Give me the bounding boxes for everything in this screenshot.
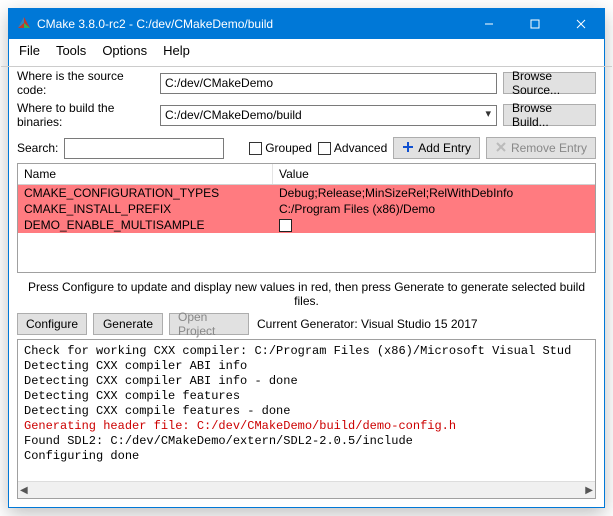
- log-line: Detecting CXX compile features - done: [24, 404, 589, 419]
- log-line: Check for working CXX compiler: C:/Progr…: [24, 344, 589, 359]
- plus-icon: [402, 141, 414, 156]
- col-value[interactable]: Value: [273, 164, 595, 184]
- minimize-button[interactable]: [466, 9, 512, 39]
- log-line: Detecting CXX compile features: [24, 389, 589, 404]
- menu-help[interactable]: Help: [163, 43, 190, 58]
- window-frame: CMake 3.8.0-rc2 - C:/dev/CMakeDemo/build…: [8, 8, 605, 508]
- table-header: Name Value: [18, 164, 595, 185]
- hint-text: Press Configure to update and display ne…: [17, 277, 596, 309]
- cell-name: DEMO_ENABLE_MULTISAMPLE: [18, 217, 273, 233]
- log-line: Generating header file: C:/dev/CMakeDemo…: [24, 419, 589, 434]
- menu-options[interactable]: Options: [102, 43, 147, 58]
- grouped-checkbox[interactable]: Grouped: [249, 141, 312, 155]
- configure-button[interactable]: Configure: [17, 313, 87, 335]
- checkbox-icon: [249, 142, 262, 155]
- advanced-checkbox[interactable]: Advanced: [318, 141, 387, 155]
- log-line: Detecting CXX compiler ABI info - done: [24, 374, 589, 389]
- checkbox-icon[interactable]: [279, 219, 292, 232]
- search-label: Search:: [17, 141, 58, 155]
- build-input[interactable]: [160, 105, 497, 126]
- checkbox-icon: [318, 142, 331, 155]
- col-name[interactable]: Name: [18, 164, 273, 184]
- cell-value[interactable]: Debug;Release;MinSizeRel;RelWithDebInfo: [273, 185, 595, 201]
- titlebar[interactable]: CMake 3.8.0-rc2 - C:/dev/CMakeDemo/build: [9, 9, 604, 39]
- log-line: Configuring done: [24, 449, 589, 464]
- generate-button[interactable]: Generate: [93, 313, 163, 335]
- remove-entry-button[interactable]: Remove Entry: [486, 137, 596, 159]
- app-logo-icon: [17, 16, 31, 33]
- search-input[interactable]: [64, 138, 224, 159]
- generator-label: Current Generator: Visual Studio 15 2017: [255, 317, 478, 331]
- cell-name: CMAKE_CONFIGURATION_TYPES: [18, 185, 273, 201]
- menu-bar: File Tools Options Help: [9, 39, 604, 64]
- build-label: Where to build the binaries:: [17, 101, 154, 129]
- menu-file[interactable]: File: [19, 43, 40, 58]
- browse-build-button[interactable]: Browse Build...: [503, 104, 596, 126]
- maximize-button[interactable]: [512, 9, 558, 39]
- horizontal-scrollbar[interactable]: ◀ ▶: [18, 481, 595, 498]
- cell-value[interactable]: [273, 217, 595, 233]
- cache-table[interactable]: Name Value CMAKE_CONFIGURATION_TYPESDebu…: [17, 163, 596, 273]
- open-project-button[interactable]: Open Project: [169, 313, 249, 335]
- log-line: Found SDL2: C:/dev/CMakeDemo/extern/SDL2…: [24, 434, 589, 449]
- menu-tools[interactable]: Tools: [56, 43, 86, 58]
- close-button[interactable]: [558, 9, 604, 39]
- cell-name: CMAKE_INSTALL_PREFIX: [18, 201, 273, 217]
- add-entry-button[interactable]: Add Entry: [393, 137, 480, 159]
- source-input[interactable]: [160, 73, 497, 94]
- scroll-right-icon[interactable]: ▶: [585, 485, 593, 496]
- browse-source-button[interactable]: Browse Source...: [503, 72, 596, 94]
- x-icon: [495, 141, 507, 156]
- source-label: Where is the source code:: [17, 69, 154, 97]
- table-row[interactable]: CMAKE_INSTALL_PREFIXC:/Program Files (x8…: [18, 201, 595, 217]
- table-row[interactable]: DEMO_ENABLE_MULTISAMPLE: [18, 217, 595, 233]
- window-title: CMake 3.8.0-rc2 - C:/dev/CMakeDemo/build: [37, 17, 466, 31]
- table-row[interactable]: CMAKE_CONFIGURATION_TYPESDebug;Release;M…: [18, 185, 595, 201]
- log-line: Detecting CXX compiler ABI info: [24, 359, 589, 374]
- output-log[interactable]: Check for working CXX compiler: C:/Progr…: [17, 339, 596, 499]
- scroll-left-icon[interactable]: ◀: [20, 485, 28, 496]
- cell-value[interactable]: C:/Program Files (x86)/Demo: [273, 201, 595, 217]
